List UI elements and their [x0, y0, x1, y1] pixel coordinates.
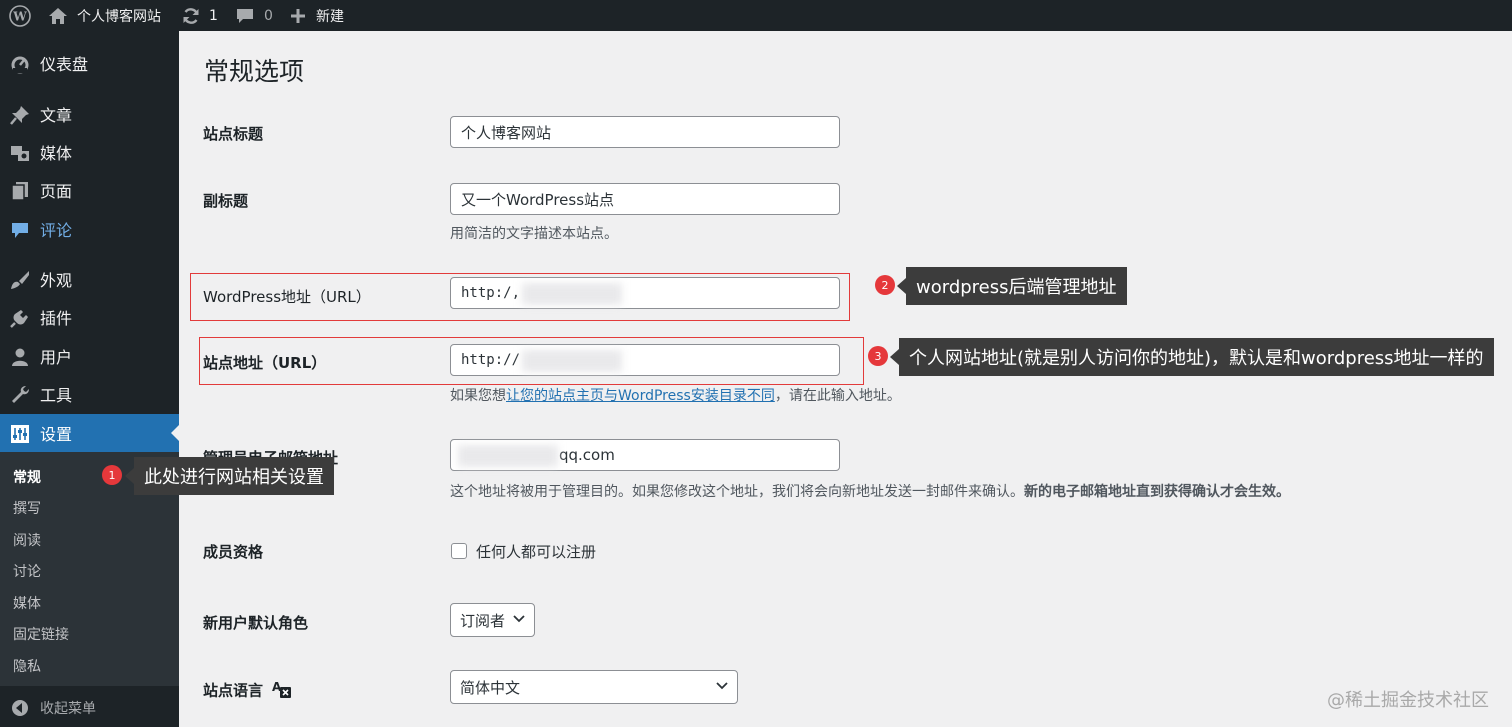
sidebar-item-users[interactable]: 用户: [0, 338, 179, 374]
translation-icon: A: [272, 679, 292, 703]
sidebar-item-label: 媒体: [40, 144, 73, 163]
sidebar-item-label: 仪表盘: [40, 55, 89, 74]
submenu-general[interactable]: 常规: [13, 467, 41, 487]
redacted-url-blur: [522, 350, 622, 372]
chevron-down-icon: [513, 615, 525, 623]
annotation-badge-2: 2: [875, 275, 895, 295]
sidebar-item-comments[interactable]: 评论: [0, 211, 179, 247]
sidebar-item-label: 页面: [40, 182, 73, 201]
wordpress-url-input[interactable]: [450, 277, 840, 309]
media-icon: [10, 143, 30, 163]
brush-icon: [10, 270, 30, 290]
site-title-label: 站点标题: [203, 125, 264, 143]
active-menu-arrow: [171, 425, 179, 441]
annotation-tooltip-1: 此处进行网站相关设置: [125, 457, 334, 495]
desc-text: 这个地址将被用于管理目的。如果您修改这个地址，我们将会向新地址发送一封邮件来确认…: [450, 484, 1024, 500]
submenu-reading[interactable]: 阅读: [13, 530, 41, 550]
sidebar-item-label: 设置: [40, 425, 73, 444]
redacted-url-blur: [522, 283, 622, 305]
collapse-arrow-icon: [10, 698, 30, 718]
sidebar-item-plugins[interactable]: 插件: [0, 299, 179, 335]
sidebar-item-settings[interactable]: 设置: [0, 414, 179, 452]
sidebar-item-label: 插件: [40, 309, 73, 328]
user-icon: [10, 347, 30, 367]
site-title-input[interactable]: [450, 116, 840, 148]
wrench-icon: [10, 385, 30, 405]
default-role-select[interactable]: 订阅者: [450, 603, 535, 637]
submenu-discussion[interactable]: 讨论: [13, 561, 41, 581]
sidebar-item-label: 用户: [40, 348, 73, 367]
redacted-email-blur: [458, 445, 558, 467]
site-language-label: 站点语言 A: [203, 679, 292, 703]
updates-count: 1: [209, 7, 218, 24]
submenu-permalinks[interactable]: 固定链接: [13, 624, 69, 644]
desc-text: 如果您想: [450, 388, 506, 404]
wordpress-logo-icon[interactable]: W: [9, 0, 31, 31]
anyone-can-register-label[interactable]: 任何人都可以注册: [476, 541, 596, 562]
annotation-badge-3: 3: [868, 346, 888, 366]
sidebar-item-dashboard[interactable]: 仪表盘: [0, 45, 179, 81]
admin-email-value: qq.com: [559, 446, 615, 464]
sidebar-item-posts[interactable]: 文章: [0, 96, 179, 132]
anyone-can-register-checkbox[interactable]: [451, 543, 467, 559]
collapse-label: 收起菜单: [40, 701, 96, 717]
site-directory-help-link[interactable]: 让您的站点主页与WordPress安装目录不同: [506, 388, 775, 404]
page-icon: [10, 181, 30, 201]
tagline-label: 副标题: [203, 192, 249, 210]
submenu-media[interactable]: 媒体: [13, 593, 41, 613]
default-role-label: 新用户默认角色: [203, 614, 309, 632]
annotation-tooltip-2: wordpress后端管理地址: [897, 267, 1127, 305]
sidebar-item-appearance[interactable]: 外观: [0, 261, 179, 297]
annotation-tooltip-3: 个人网站地址(就是别人访问你的地址)，默认是和wordpress地址一样的: [890, 338, 1494, 376]
membership-label: 成员资格: [203, 543, 264, 561]
default-role-value: 订阅者: [460, 611, 506, 630]
site-url-description: 如果您想让您的站点主页与WordPress安装目录不同，请在此输入地址。: [450, 385, 901, 405]
sidebar-item-media[interactable]: 媒体: [0, 134, 179, 170]
desc-bold-text: 新的电子邮箱地址直到获得确认才会生效。: [1024, 484, 1290, 500]
pin-icon: [10, 105, 30, 125]
chevron-down-icon: [716, 682, 728, 690]
plus-icon: [290, 8, 306, 24]
home-icon: [48, 7, 68, 25]
site-url-input[interactable]: [450, 344, 840, 376]
submenu-writing[interactable]: 撰写: [13, 498, 41, 518]
desc-text: ，请在此输入地址。: [774, 388, 901, 404]
refresh-icon: [181, 6, 201, 26]
watermark: @稀土掘金技术社区: [1327, 690, 1489, 711]
comment-bubble-icon: [235, 7, 255, 25]
page-title: 常规选项: [204, 57, 305, 86]
svg-text:W: W: [12, 9, 27, 23]
tagline-input[interactable]: [450, 183, 840, 215]
new-label: 新建: [316, 8, 344, 25]
submenu-privacy[interactable]: 隐私: [13, 656, 41, 676]
sidebar-item-label: 工具: [40, 386, 73, 405]
wordpress-url-label: WordPress地址（URL）: [203, 288, 371, 306]
admin-email-description: 这个地址将被用于管理目的。如果您修改这个地址，我们将会向新地址发送一封邮件来确认…: [450, 481, 1290, 501]
annotation-badge-1: 1: [102, 465, 122, 485]
plugin-icon: [10, 308, 30, 328]
sidebar-item-pages[interactable]: 页面: [0, 172, 179, 208]
settings-icon: [10, 424, 30, 444]
dashboard-icon: [10, 54, 30, 74]
sidebar-item-label: 文章: [40, 106, 73, 125]
comments-count: 0: [264, 7, 273, 24]
tagline-description: 用简洁的文字描述本站点。: [450, 226, 618, 242]
admin-bar: W 个人博客网站 1 0 新建: [0, 0, 1512, 31]
site-language-value: 简体中文: [460, 678, 521, 697]
site-language-label-text: 站点语言: [203, 681, 264, 700]
site-language-select[interactable]: 简体中文: [450, 670, 738, 704]
comments-link[interactable]: 0: [235, 0, 273, 31]
updates-link[interactable]: 1: [181, 0, 218, 31]
site-home-link[interactable]: 个人博客网站: [48, 0, 161, 31]
new-content-link[interactable]: 新建: [290, 0, 344, 31]
site-name: 个人博客网站: [77, 8, 161, 25]
sidebar-item-label: 评论: [40, 221, 73, 240]
comment-icon: [10, 220, 30, 240]
sidebar-item-label: 外观: [40, 271, 73, 290]
sidebar-item-tools[interactable]: 工具: [0, 376, 179, 412]
site-url-label: 站点地址（URL）: [203, 354, 327, 372]
collapse-menu-button[interactable]: 收起菜单: [0, 690, 179, 726]
